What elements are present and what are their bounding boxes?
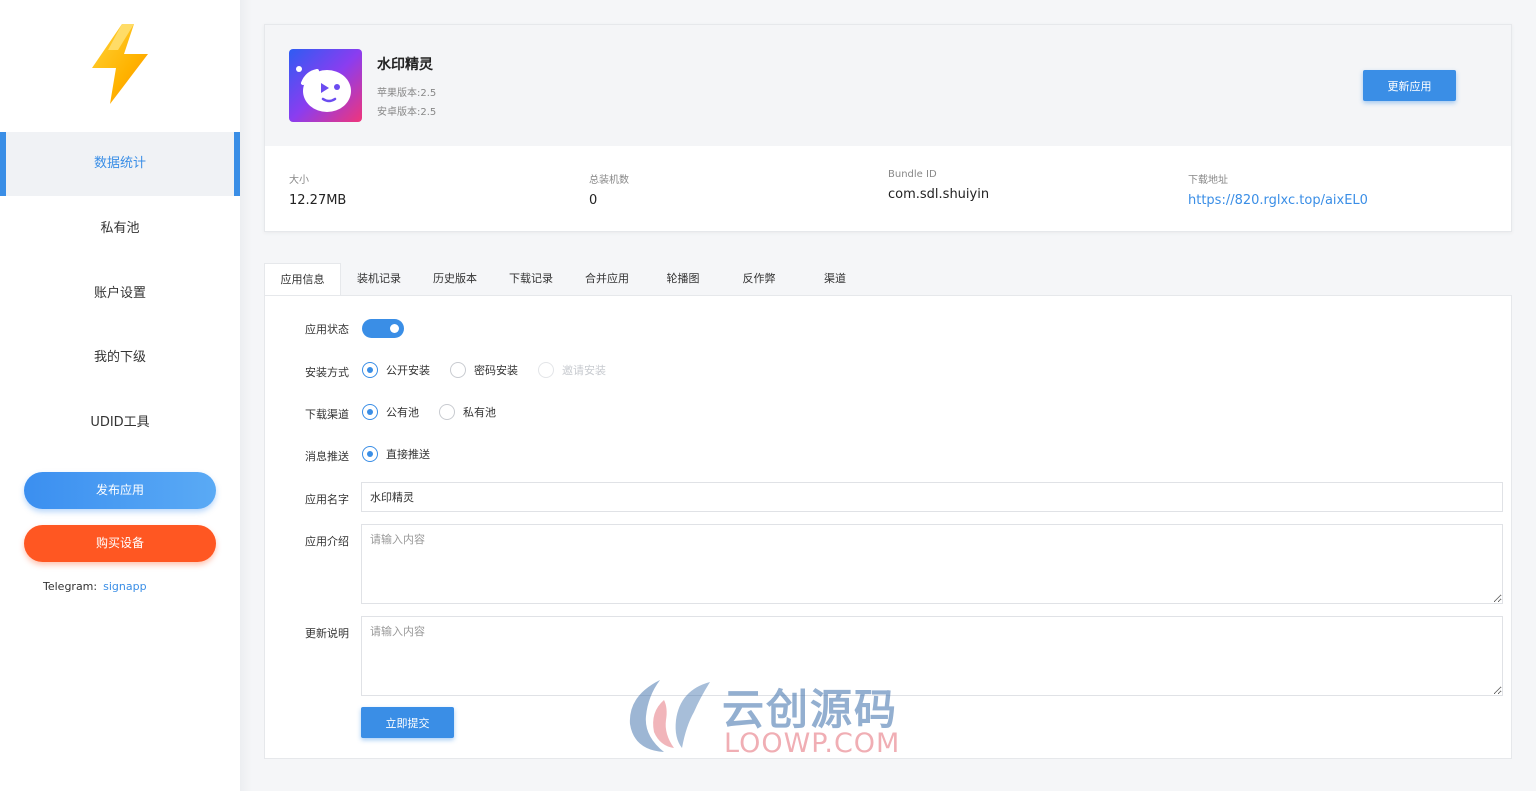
sidebar-item-stats[interactable]: 数据统计 bbox=[0, 132, 240, 196]
sidebar-item-udid-tool[interactable]: UDID工具 bbox=[0, 391, 240, 455]
app-name-label: 应用名字 bbox=[305, 493, 349, 506]
sidebar-item-label: 私有池 bbox=[100, 221, 140, 236]
sidebar-item-account-settings[interactable]: 账户设置 bbox=[0, 262, 240, 326]
stat-installs-value: 0 bbox=[589, 193, 598, 208]
publish-app-button[interactable]: 发布应用 bbox=[24, 472, 216, 509]
download-url-link[interactable]: https://820.rglxc.top/aixEL0 bbox=[1188, 193, 1368, 208]
download-channel-label: 下载渠道 bbox=[305, 408, 349, 421]
stat-installs: 总装机数 0 bbox=[589, 171, 629, 208]
stat-size-label: 大小 bbox=[289, 175, 309, 186]
app-info-form: 应用状态 安装方式 公开安装 密码安装 邀请安装 下载渠道 公有池 私有池 消息… bbox=[264, 295, 1512, 759]
buy-device-button[interactable]: 购买设备 bbox=[24, 525, 216, 562]
push-label: 消息推送 bbox=[305, 450, 349, 463]
telegram-contact: Telegram: signapp bbox=[43, 580, 147, 593]
sidebar-item-private-pool[interactable]: 私有池 bbox=[0, 197, 240, 261]
radio-label: 邀请安装 bbox=[562, 364, 606, 377]
app-face-icon bbox=[296, 66, 351, 112]
radio-circle bbox=[362, 404, 378, 420]
radio-invite-install: 邀请安装 bbox=[538, 362, 606, 378]
app-intro-textarea[interactable] bbox=[361, 524, 1503, 604]
stat-download-label: 下载地址 bbox=[1188, 175, 1228, 186]
app-name: 水印精灵 bbox=[377, 57, 433, 73]
update-notes-textarea[interactable] bbox=[361, 616, 1503, 696]
tab-app-info[interactable]: 应用信息 bbox=[264, 263, 341, 296]
toggle-knob bbox=[390, 324, 399, 333]
install-method-label: 安装方式 bbox=[305, 366, 349, 379]
status-label: 应用状态 bbox=[305, 323, 349, 336]
lightning-bolt-icon bbox=[92, 24, 148, 104]
sidebar-item-label: 账户设置 bbox=[93, 286, 146, 301]
telegram-link[interactable]: signapp bbox=[103, 580, 146, 593]
tab-carousel[interactable]: 轮播图 bbox=[645, 263, 721, 296]
telegram-label: Telegram: bbox=[43, 580, 98, 593]
stat-bundle-id: Bundle ID com.sdl.shuiyin bbox=[888, 169, 989, 202]
update-notes-label: 更新说明 bbox=[305, 627, 349, 640]
app-name-input[interactable] bbox=[361, 482, 1503, 512]
tab-download-records[interactable]: 下载记录 bbox=[493, 263, 569, 296]
stat-bundle-value: com.sdl.shuiyin bbox=[888, 187, 990, 202]
sidebar-item-label: 数据统计 bbox=[93, 156, 146, 171]
sidebar-item-my-subordinates[interactable]: 我的下级 bbox=[0, 326, 240, 390]
radio-label: 密码安装 bbox=[474, 364, 518, 377]
stat-download-url: 下载地址 https://820.rglxc.top/aixEL0 bbox=[1188, 171, 1368, 208]
android-version: 安卓版本:2.5 bbox=[377, 107, 437, 118]
app-header: 水印精灵 苹果版本:2.5 安卓版本:2.5 更新应用 bbox=[265, 25, 1511, 146]
ios-version: 苹果版本:2.5 bbox=[377, 88, 437, 99]
radio-private-pool[interactable]: 私有池 bbox=[439, 404, 496, 420]
app-icon bbox=[289, 49, 362, 122]
tab-install-records[interactable]: 装机记录 bbox=[341, 263, 417, 296]
tab-merge-apps[interactable]: 合并应用 bbox=[569, 263, 645, 296]
radio-circle bbox=[439, 404, 455, 420]
radio-label: 公开安装 bbox=[386, 364, 430, 377]
sidebar-item-label: UDID工具 bbox=[90, 415, 150, 430]
tab-version-history[interactable]: 历史版本 bbox=[417, 263, 493, 296]
tab-channels[interactable]: 渠道 bbox=[797, 263, 873, 296]
radio-direct-push[interactable]: 直接推送 bbox=[362, 446, 430, 462]
radio-circle bbox=[538, 362, 554, 378]
radio-circle bbox=[450, 362, 466, 378]
app-status-toggle[interactable] bbox=[362, 319, 404, 338]
submit-button[interactable]: 立即提交 bbox=[361, 707, 454, 738]
radio-label: 私有池 bbox=[463, 406, 496, 419]
radio-circle bbox=[362, 446, 378, 462]
update-app-button[interactable]: 更新应用 bbox=[1363, 70, 1456, 101]
sidebar-divider bbox=[240, 0, 252, 791]
radio-public-install[interactable]: 公开安装 bbox=[362, 362, 430, 378]
radio-password-install[interactable]: 密码安装 bbox=[450, 362, 518, 378]
stat-size: 大小 12.27MB bbox=[289, 171, 346, 208]
radio-label: 公有池 bbox=[386, 406, 419, 419]
tab-anti-cheat[interactable]: 反作弊 bbox=[721, 263, 797, 296]
radio-label: 直接推送 bbox=[386, 448, 430, 461]
radio-public-pool[interactable]: 公有池 bbox=[362, 404, 419, 420]
app-intro-label: 应用介绍 bbox=[305, 535, 349, 548]
radio-circle bbox=[362, 362, 378, 378]
sidebar: 数据统计 私有池 账户设置 我的下级 UDID工具 发布应用 购买设备 Tele… bbox=[0, 0, 240, 791]
stat-installs-label: 总装机数 bbox=[589, 175, 629, 186]
stat-bundle-label: Bundle ID bbox=[888, 169, 937, 180]
sidebar-item-label: 我的下级 bbox=[93, 350, 146, 365]
app-summary-card: 水印精灵 苹果版本:2.5 安卓版本:2.5 更新应用 大小 12.27MB 总… bbox=[264, 24, 1512, 232]
stat-size-value: 12.27MB bbox=[289, 193, 347, 208]
